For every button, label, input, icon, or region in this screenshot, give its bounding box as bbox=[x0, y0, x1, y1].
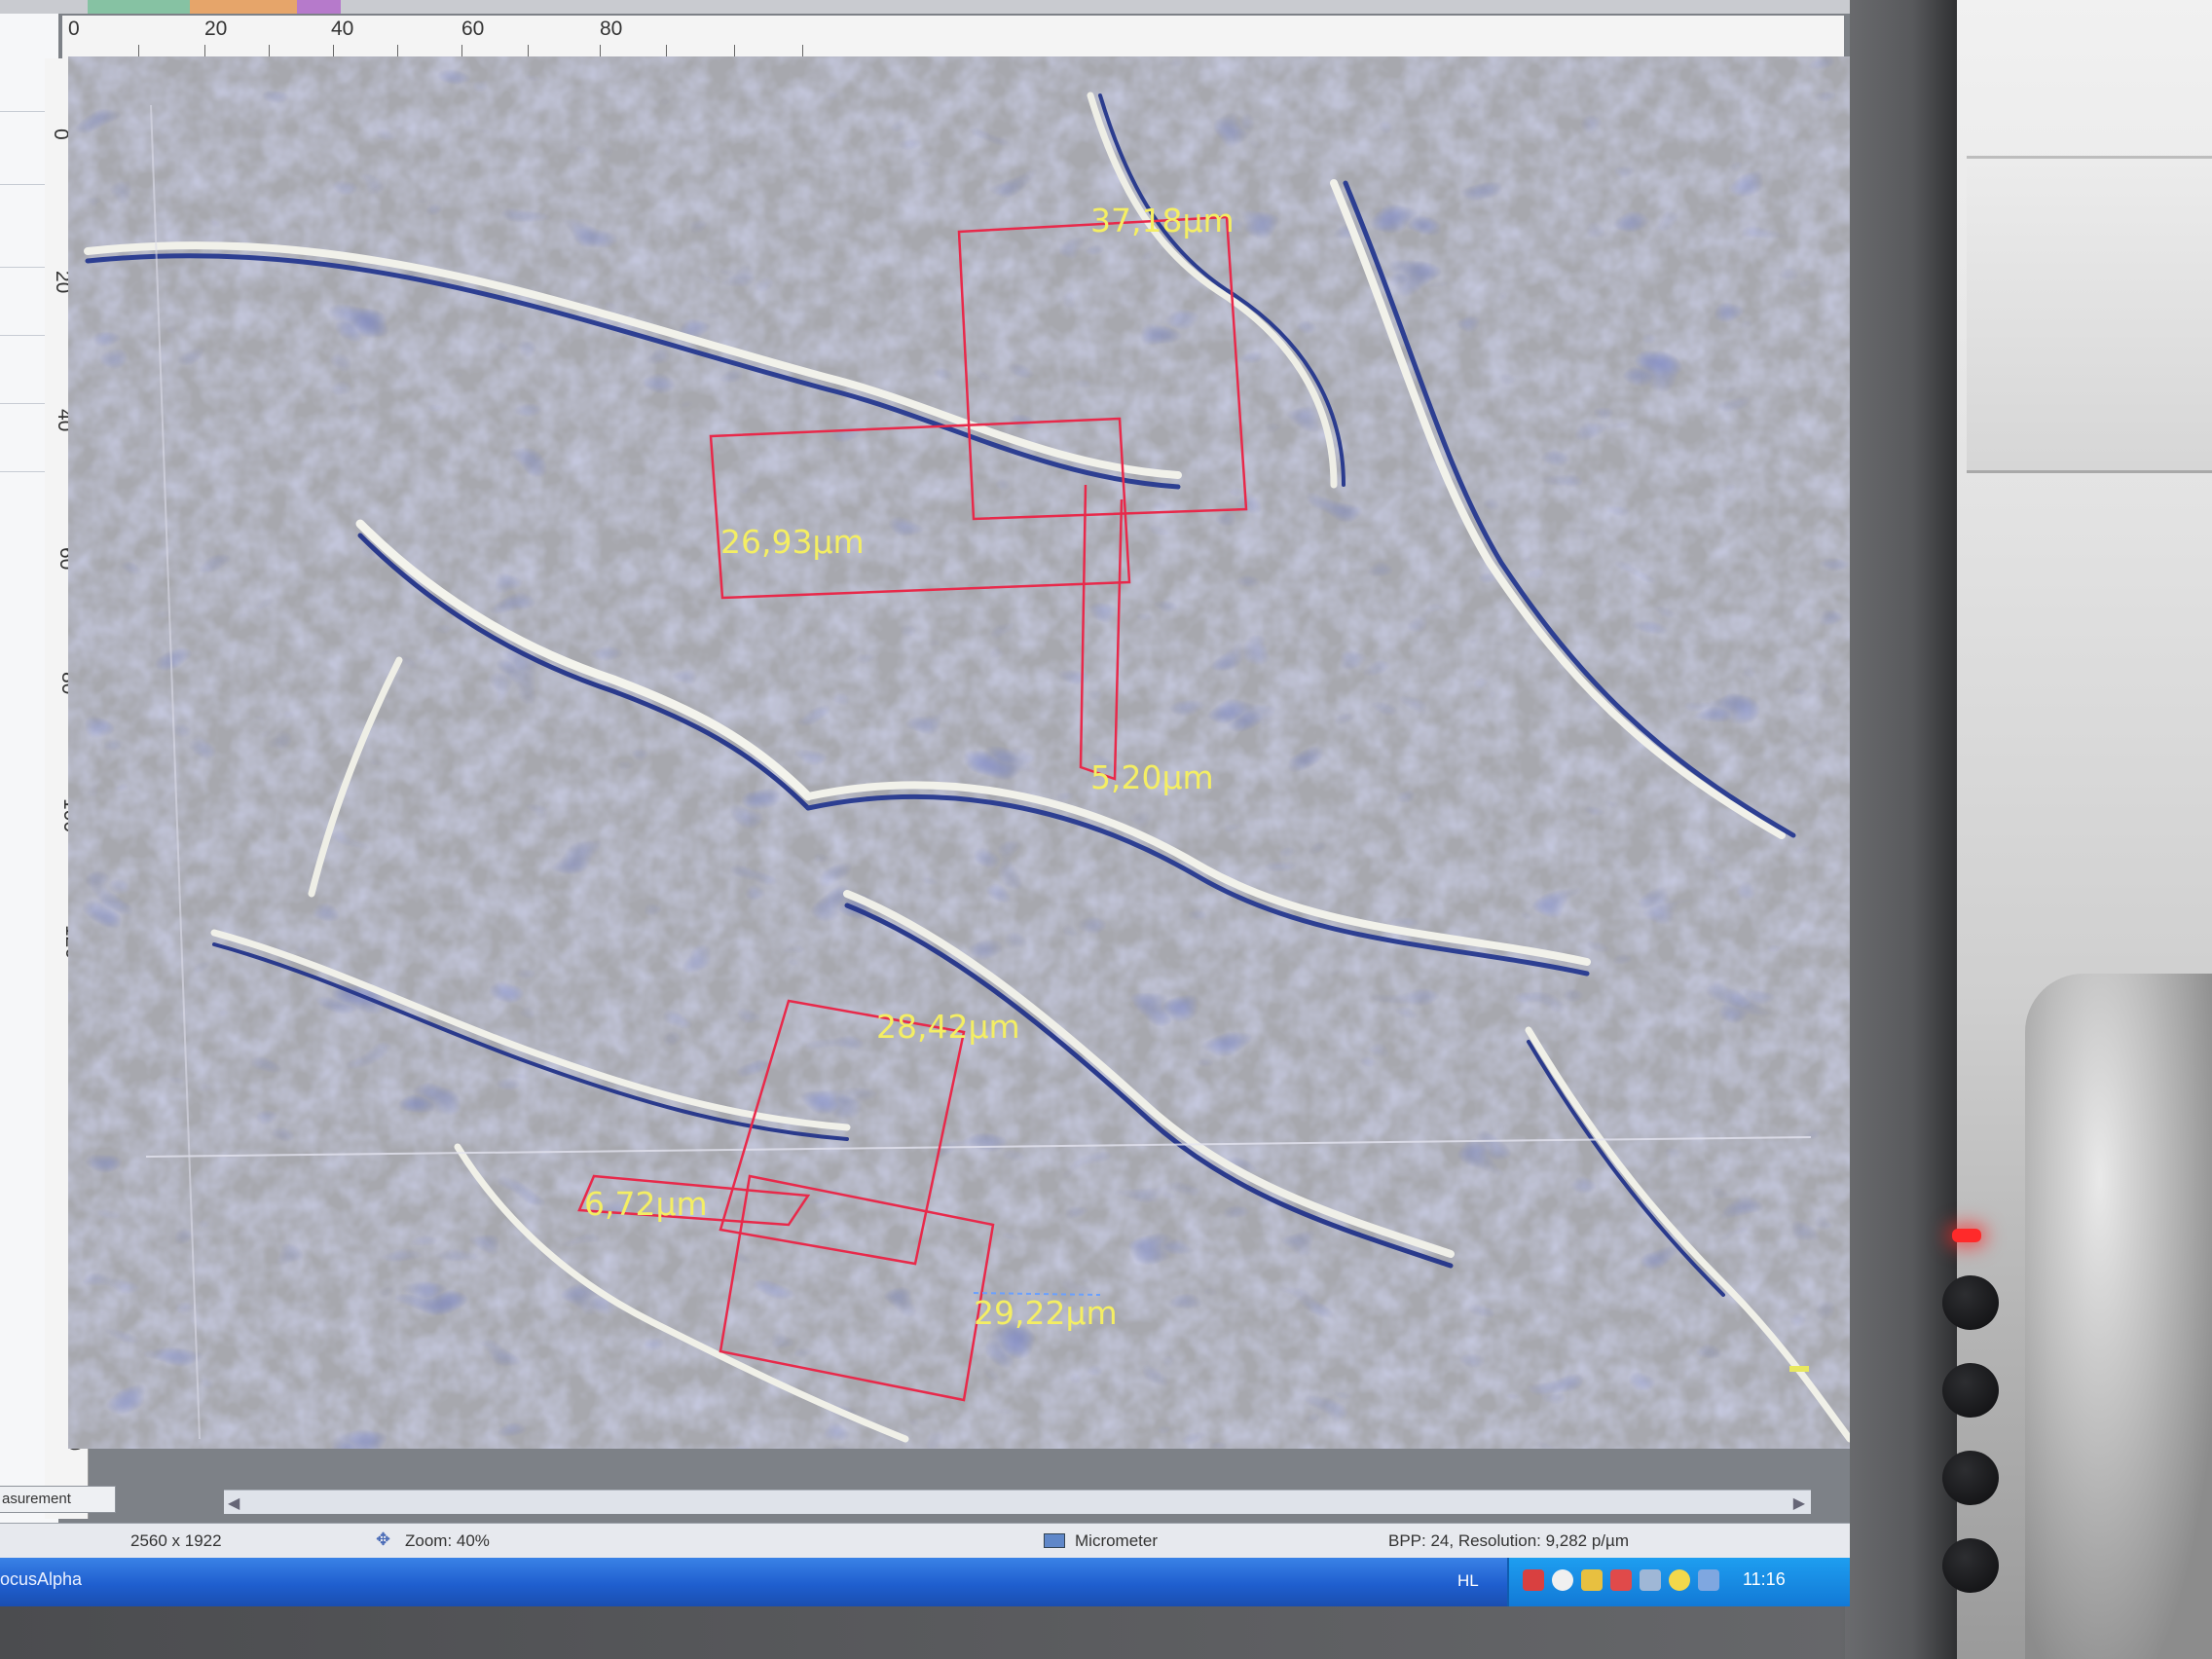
color-tab[interactable] bbox=[190, 0, 297, 14]
taskbar-app-button[interactable]: ocusAlpha bbox=[0, 1569, 82, 1590]
measurement-tab-label: asurement bbox=[2, 1491, 71, 1507]
color-tab[interactable] bbox=[88, 0, 190, 14]
measurement-label: 26,93µm bbox=[720, 523, 865, 561]
micrometer-icon bbox=[1044, 1533, 1065, 1548]
tray-icon[interactable] bbox=[1610, 1569, 1632, 1591]
microscope-image-svg: 37,18µm 26,93µm 5,20µm 28,42µm 6,72µm 29… bbox=[68, 56, 1850, 1449]
language-indicator[interactable]: HL bbox=[1457, 1571, 1479, 1591]
tray-icon[interactable] bbox=[1552, 1569, 1573, 1591]
tray-icon[interactable] bbox=[1581, 1569, 1603, 1591]
measurement-label: 5,20µm bbox=[1090, 758, 1214, 796]
screen: 0 20 40 60 80 0 20 40 60 80 100 120 140 … bbox=[0, 0, 1850, 1606]
status-micrometer: Micrometer bbox=[1075, 1531, 1159, 1550]
measurement-label: 37,18µm bbox=[1090, 202, 1235, 240]
scroll-left-icon[interactable]: ◀ bbox=[228, 1493, 240, 1513]
ruler-label: 40 bbox=[331, 18, 354, 40]
monitor-bezel-edge bbox=[1845, 0, 1957, 1659]
ruler-label: 0 bbox=[68, 18, 80, 40]
measurement-tab[interactable]: asurement bbox=[0, 1486, 116, 1513]
ruler-horizontal: 0 20 40 60 80 bbox=[62, 16, 1844, 59]
microscope-image[interactable]: 37,18µm 26,93µm 5,20µm 28,42µm 6,72µm 29… bbox=[68, 56, 1850, 1449]
status-resolution: BPP: 24, Resolution: 9,282 p/µm bbox=[1388, 1531, 1629, 1550]
background-bag bbox=[2025, 974, 2212, 1659]
status-zoom: Zoom: 40% bbox=[405, 1531, 490, 1550]
measurement-label: 28,42µm bbox=[876, 1008, 1020, 1046]
tray-icon[interactable] bbox=[1523, 1569, 1544, 1591]
ruler-label: 20 bbox=[204, 18, 228, 40]
monitor-button[interactable] bbox=[1942, 1451, 1999, 1505]
measurement-label: 6,72µm bbox=[584, 1185, 708, 1223]
ruler-label: 60 bbox=[461, 18, 485, 40]
clock[interactable]: 11:16 bbox=[1743, 1569, 1786, 1590]
tray-icon[interactable] bbox=[1669, 1569, 1690, 1591]
monitor-button[interactable] bbox=[1942, 1538, 1999, 1593]
measurement-label: 29,22µm bbox=[974, 1294, 1118, 1332]
system-tray: 11:16 bbox=[1507, 1558, 1850, 1606]
horizontal-scrollbar[interactable]: ◀ ▶ bbox=[224, 1490, 1811, 1514]
status-dimensions: 2560 x 1922 bbox=[130, 1531, 222, 1550]
scroll-right-icon[interactable]: ▶ bbox=[1793, 1493, 1805, 1513]
tray-icon[interactable] bbox=[1640, 1569, 1661, 1591]
monitor-button[interactable] bbox=[1942, 1363, 1999, 1418]
tray-icon[interactable] bbox=[1698, 1569, 1719, 1591]
scale-marker bbox=[1789, 1366, 1809, 1372]
ruler-label: 80 bbox=[600, 18, 623, 40]
background-shelf bbox=[1967, 156, 2212, 473]
taskbar: ocusAlpha HL 11:16 bbox=[0, 1558, 1850, 1606]
monitor-button[interactable] bbox=[1942, 1275, 1999, 1330]
zoom-icon: ✥ bbox=[376, 1530, 391, 1549]
status-bar: 2560 x 1922 ✥ Zoom: 40% Micrometer BPP: … bbox=[0, 1523, 1850, 1559]
color-tab[interactable] bbox=[297, 0, 341, 14]
power-led-icon bbox=[1952, 1229, 1981, 1242]
